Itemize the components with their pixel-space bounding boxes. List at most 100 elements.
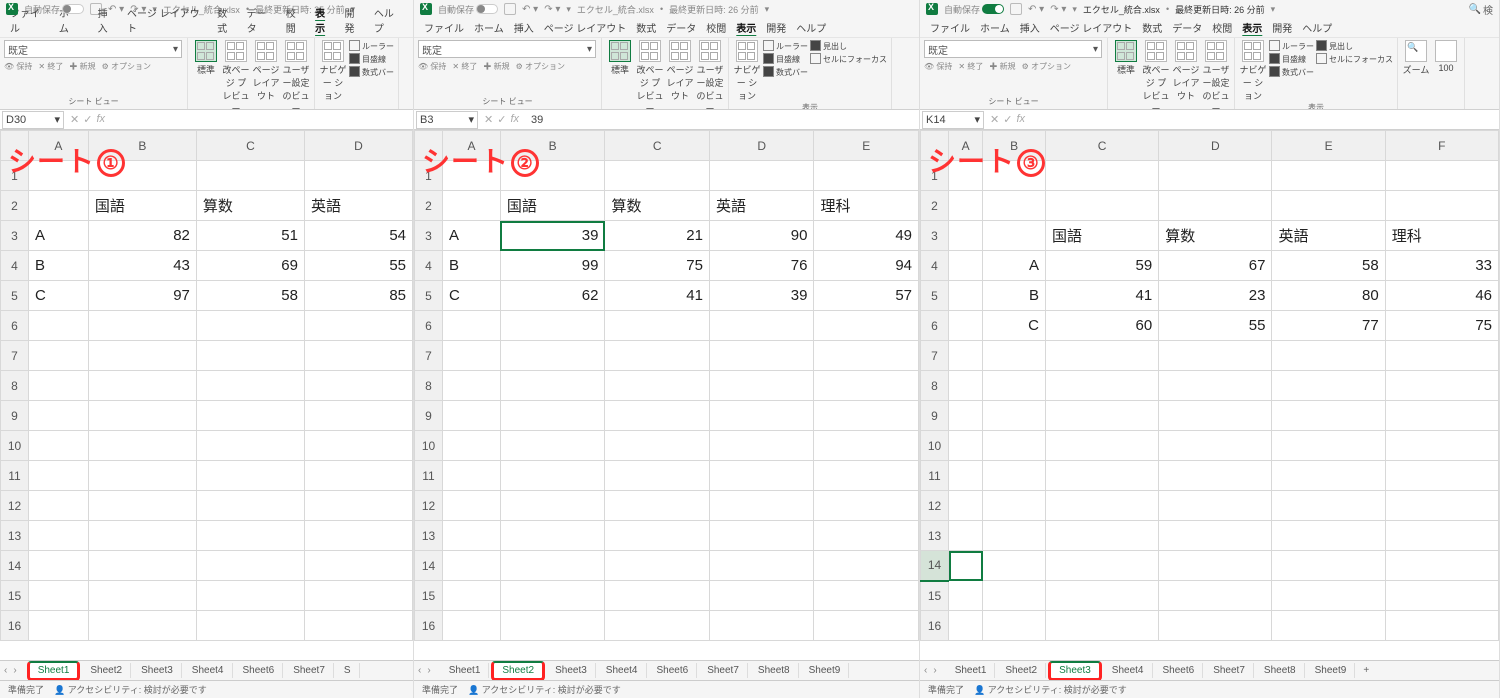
menu-help[interactable]: ヘルプ <box>1302 18 1332 37</box>
navigation-button[interactable]: ナビゲー ション <box>733 40 761 102</box>
cancel-fx-icon[interactable]: ✕ <box>70 113 79 126</box>
options-button[interactable]: ⚙ オプション <box>102 61 151 72</box>
sheet-tab[interactable]: Sheet7 <box>285 663 334 678</box>
menu-layout[interactable]: ページ レイアウト <box>1050 18 1133 37</box>
customview-button[interactable]: ユーザー設定 のビュー <box>696 40 724 110</box>
enter-fx-icon[interactable]: ✓ <box>1003 113 1012 126</box>
new-button[interactable]: ✚ 新規 <box>69 61 95 72</box>
tab-scroll-left-icon[interactable]: ‹ <box>924 665 927 676</box>
tab-scroll-left-icon[interactable]: ‹ <box>418 665 421 676</box>
sheetview-dropdown[interactable]: 既定▾ <box>924 40 1102 58</box>
sheetview-dropdown[interactable]: 既定▾ <box>4 40 182 58</box>
menu-home[interactable]: ホーム <box>980 18 1010 37</box>
spreadsheet-grid[interactable]: ABCDEF 1 2 3国語算数英語理科 4A59675833 5B412380… <box>920 130 1499 641</box>
menu-formula[interactable]: 数式 <box>636 18 656 37</box>
zoom-button[interactable]: 🔍ズーム <box>1402 40 1430 76</box>
headings-check[interactable]: 見出し <box>810 40 847 53</box>
menu-formula[interactable]: 数式 <box>217 3 236 37</box>
sheet-tab[interactable]: Sheet3 <box>547 663 596 678</box>
formulabar-check[interactable]: 数式バー <box>1269 66 1314 79</box>
menu-dev[interactable]: 開発 <box>345 3 364 37</box>
formula-bar[interactable]: 39 <box>525 114 543 126</box>
sheet-tab[interactable]: Sheet2 <box>997 663 1046 678</box>
menu-review[interactable]: 校閲 <box>706 18 726 37</box>
add-sheet-button[interactable]: + <box>1357 665 1375 676</box>
tab-scroll-right-icon[interactable]: › <box>13 665 16 676</box>
customview-button[interactable]: ユーザー設定 のビュー <box>282 40 310 110</box>
keep-button[interactable]: 👁 保持 <box>4 61 32 72</box>
menu-view[interactable]: 表示 <box>315 3 334 37</box>
menu-help[interactable]: ヘルプ <box>796 18 826 37</box>
normal-view-button[interactable]: 標準 <box>606 40 634 76</box>
normal-view-button[interactable]: 標準 <box>192 40 220 76</box>
sheet-tab[interactable]: Sheet4 <box>598 663 647 678</box>
sheet-tab[interactable]: S <box>336 663 360 678</box>
navigation-button[interactable]: ナビゲー ション <box>319 40 347 102</box>
menu-help[interactable]: ヘルプ <box>374 3 403 37</box>
options-button[interactable]: ⚙ オプション <box>516 61 565 72</box>
menu-file[interactable]: ファイル <box>930 18 970 37</box>
menu-review[interactable]: 校閲 <box>286 3 305 37</box>
save-icon[interactable] <box>1010 3 1022 15</box>
enter-fx-icon[interactable]: ✓ <box>83 113 92 126</box>
sheet-tab[interactable]: Sheet6 <box>235 663 284 678</box>
undo-icon[interactable]: ↶ ▾ <box>522 4 538 15</box>
pagelayout-button[interactable]: ページ レイアウト <box>1172 40 1200 102</box>
ruler-check[interactable]: ルーラー <box>349 40 394 53</box>
focus-check[interactable]: セルにフォーカス <box>1316 53 1393 66</box>
sheet-tab[interactable]: Sheet9 <box>1307 663 1356 678</box>
menu-dev[interactable]: 開発 <box>766 18 786 37</box>
navigation-button[interactable]: ナビゲー ション <box>1239 40 1267 102</box>
menu-layout[interactable]: ページ レイアウト <box>127 3 207 37</box>
spreadsheet-grid[interactable]: ABCD 1 2国語算数英語 3A825154 4B436955 5C97588… <box>0 130 413 641</box>
exit-button[interactable]: ✕ 終了 <box>958 61 983 72</box>
gridlines-check[interactable]: 目盛線 <box>1269 53 1306 66</box>
sheet-tab[interactable]: Sheet1 <box>947 663 996 678</box>
new-button[interactable]: ✚ 新規 <box>483 61 509 72</box>
menu-dev[interactable]: 開発 <box>1272 18 1292 37</box>
gridlines-check[interactable]: 目盛線 <box>763 53 800 66</box>
sheet-tab[interactable]: Sheet4 <box>1104 663 1153 678</box>
redo-icon[interactable]: ↷ ▾ <box>544 4 560 15</box>
formulabar-check[interactable]: 数式バー <box>763 66 808 79</box>
normal-view-button[interactable]: 標準 <box>1112 40 1140 76</box>
enter-fx-icon[interactable]: ✓ <box>497 113 506 126</box>
autosave-switch[interactable] <box>62 4 84 14</box>
sheet-tab[interactable]: Sheet9 <box>801 663 850 678</box>
exit-button[interactable]: ✕ 終了 <box>452 61 477 72</box>
options-button[interactable]: ⚙ オプション <box>1022 61 1071 72</box>
undo-icon[interactable]: ↶ ▾ <box>1028 4 1044 15</box>
spreadsheet-grid[interactable]: ABCDE 1 2国語算数英語理科 3A39219049 4B99757694 … <box>414 130 919 641</box>
gridlines-check[interactable]: 目盛線 <box>349 53 386 66</box>
formulabar-check[interactable]: 数式バー <box>349 66 394 79</box>
menu-data[interactable]: データ <box>666 18 696 37</box>
sheet-tab[interactable]: Sheet2 <box>82 663 131 678</box>
menu-formula[interactable]: 数式 <box>1142 18 1162 37</box>
name-box[interactable]: B3▾ <box>416 111 478 129</box>
tab-scroll-right-icon[interactable]: › <box>427 665 430 676</box>
new-button[interactable]: ✚ 新規 <box>989 61 1015 72</box>
save-icon[interactable] <box>504 3 516 15</box>
cancel-fx-icon[interactable]: ✕ <box>484 113 493 126</box>
pagelayout-button[interactable]: ページ レイアウト <box>252 40 280 102</box>
name-box[interactable]: D30▾ <box>2 111 64 129</box>
menu-insert[interactable]: 挿入 <box>514 18 534 37</box>
fx-icon[interactable]: fx <box>510 113 519 126</box>
cancel-fx-icon[interactable]: ✕ <box>990 113 999 126</box>
fx-icon[interactable]: fx <box>1016 113 1025 126</box>
sheet-tab[interactable]: Sheet8 <box>750 663 799 678</box>
menu-review[interactable]: 校閲 <box>1212 18 1232 37</box>
pagebreak-button[interactable]: 改ページ プレビュー <box>222 40 250 110</box>
zoom100-button[interactable]: 100 <box>1432 40 1460 73</box>
tab-scroll-left-icon[interactable]: ‹ <box>4 665 7 676</box>
sheet-tab[interactable]: Sheet3 <box>133 663 182 678</box>
sheet-tab[interactable]: Sheet7 <box>699 663 748 678</box>
pagelayout-button[interactable]: ページ レイアウト <box>666 40 694 102</box>
keep-button[interactable]: 👁 保持 <box>924 61 952 72</box>
autosave-switch[interactable] <box>982 4 1004 14</box>
focus-check[interactable]: セルにフォーカス <box>810 53 887 66</box>
menu-insert[interactable]: 挿入 <box>1020 18 1040 37</box>
ruler-check[interactable]: ルーラー <box>1269 40 1314 53</box>
menu-view[interactable]: 表示 <box>736 18 756 37</box>
sheet-tab[interactable]: Sheet4 <box>184 663 233 678</box>
